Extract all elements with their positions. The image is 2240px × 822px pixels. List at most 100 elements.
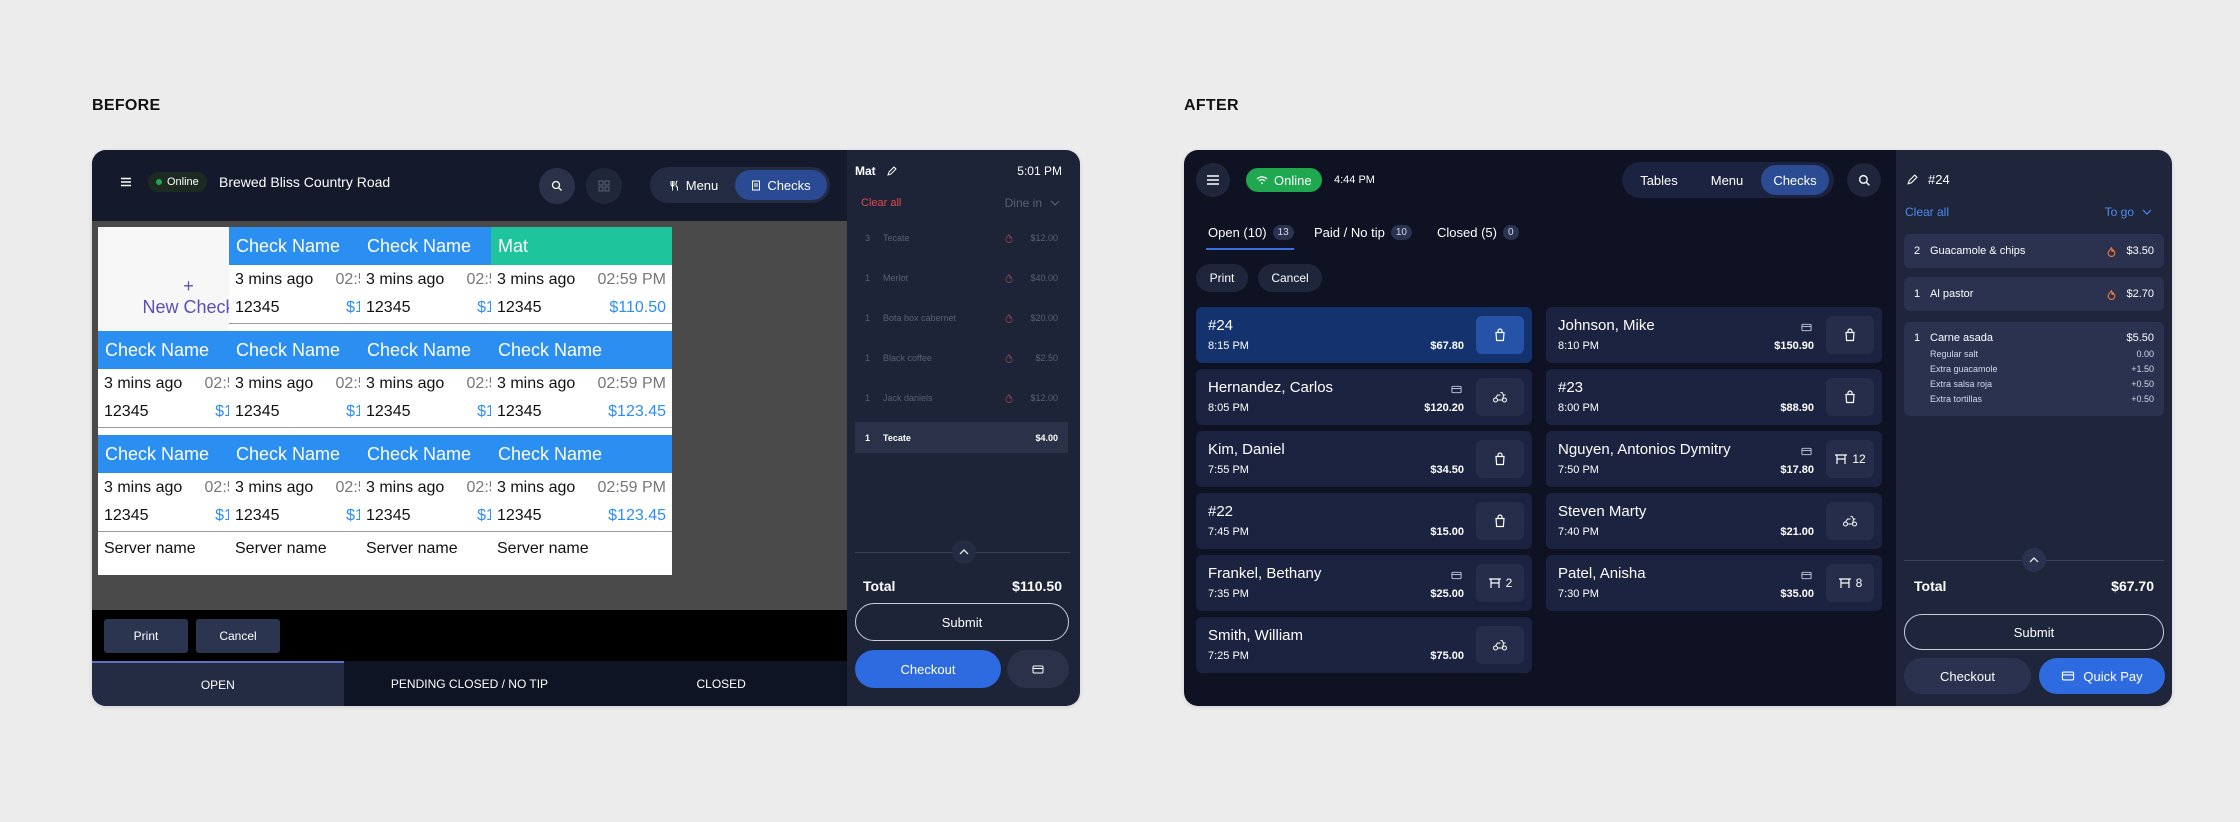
- check-row[interactable]: Nguyen, Antonios Dymitry 7:50 PM $17.80 …: [1546, 431, 1882, 487]
- grid-view-button[interactable]: [586, 168, 622, 204]
- nav-checks-button[interactable]: Checks: [735, 170, 827, 200]
- order-item-complex[interactable]: 1 Carne asada $5.50 Regular salt 0.00 Extr…: [1904, 322, 2164, 416]
- tab-pending[interactable]: PENDING CLOSED / NO TIP: [344, 661, 596, 706]
- order-item[interactable]: 2 Guacamole & chips $3.50: [1904, 234, 2164, 268]
- checks-grid: + New Check Check Name 3 mins ago 02:59 P…: [92, 221, 847, 610]
- check-amount: $17.80: [1780, 464, 1814, 476]
- check-row[interactable]: Patel, Anisha 7:30 PM $35.00 8: [1546, 555, 1882, 611]
- check-amount: $150.90: [1774, 340, 1814, 352]
- fire-icon: [1005, 393, 1013, 403]
- hamburger-menu-button[interactable]: [1196, 163, 1230, 197]
- item-price: $12.00: [1030, 232, 1058, 243]
- tab-paid[interactable]: Paid / No tip 10: [1314, 225, 1412, 240]
- check-row[interactable]: Steven Marty 7:40 PM $21.00: [1546, 493, 1882, 549]
- checkout-button[interactable]: Checkout: [1904, 658, 2031, 694]
- check-row[interactable]: #22 7:45 PM $15.00: [1196, 493, 1532, 549]
- search-button[interactable]: [539, 168, 575, 204]
- online-status-badge: Online: [148, 172, 207, 192]
- order-item[interactable]: 1 Black coffee $2.50: [855, 342, 1068, 373]
- check-row[interactable]: Smith, William 7:25 PM $75.00: [1196, 617, 1532, 673]
- modifier-price: +1.50: [2131, 363, 2154, 374]
- nav-menu-button[interactable]: Menu: [653, 170, 735, 200]
- check-row[interactable]: #23 8:00 PM $88.90: [1546, 369, 1882, 425]
- check-name: Hernandez, Carlos: [1208, 379, 1334, 396]
- order-mode-select[interactable]: Dine in: [1005, 196, 1060, 210]
- tab-open[interactable]: OPEN: [92, 661, 344, 706]
- expand-panel-button[interactable]: [952, 540, 976, 564]
- order-item[interactable]: 1 Jack daniels $12.00: [855, 382, 1068, 413]
- item-name: Guacamole & chips: [1930, 245, 2026, 257]
- check-time: 8:15 PM: [1208, 340, 1249, 352]
- hamburger-menu-icon[interactable]: [120, 176, 132, 188]
- clear-all-button[interactable]: Clear all: [861, 197, 901, 209]
- tab-closed[interactable]: Closed (5) 0: [1437, 225, 1519, 240]
- after-label: AFTER: [1184, 97, 1239, 114]
- quick-pay-button[interactable]: Quick Pay: [2039, 658, 2165, 694]
- order-type-badge: [1476, 378, 1524, 416]
- item-name: Merlot: [883, 272, 909, 283]
- nav-menu-label: Menu: [685, 177, 719, 193]
- tab-open[interactable]: Open (10) 13: [1208, 225, 1294, 240]
- fire-icon: [1005, 273, 1013, 283]
- total-amount: $110.50: [1012, 578, 1062, 594]
- check-amount: $34.50: [1430, 464, 1464, 476]
- fire-icon: [1005, 313, 1013, 323]
- cancel-button[interactable]: Cancel: [1258, 264, 1322, 292]
- pencil-icon[interactable]: [1906, 173, 1918, 186]
- panel-check-name: #24: [1928, 172, 1950, 187]
- plus-icon: +: [183, 276, 194, 296]
- check-row[interactable]: Johnson, Mike 8:10 PM $150.90: [1546, 307, 1882, 363]
- check-card-number: 12345: [366, 402, 411, 420]
- item-qty: 1: [865, 272, 871, 283]
- check-name: Steven Marty: [1558, 503, 1647, 520]
- check-time: 7:40 PM: [1558, 526, 1599, 538]
- order-item[interactable]: 1 Bota box cabernet $20.00: [855, 302, 1068, 333]
- order-type-badge: [1476, 626, 1524, 664]
- check-card-age: 3 mins ago: [104, 479, 183, 496]
- check-name: Frankel, Bethany: [1208, 565, 1322, 582]
- tab-closed[interactable]: CLOSED: [595, 661, 847, 706]
- expand-panel-button[interactable]: [2022, 548, 2046, 572]
- order-item[interactable]: 1 Al pastor $2.70: [1904, 277, 2164, 311]
- nav-tables-button[interactable]: Tables: [1625, 165, 1693, 195]
- fire-icon: [2108, 246, 2116, 257]
- cancel-button[interactable]: Cancel: [196, 619, 280, 653]
- check-row[interactable]: Frankel, Bethany 7:35 PM $25.00 2: [1196, 555, 1532, 611]
- nav-checks-button[interactable]: Checks: [1761, 165, 1829, 195]
- pencil-icon[interactable]: [886, 165, 897, 177]
- submit-button[interactable]: Submit: [855, 603, 1069, 641]
- check-row[interactable]: Kim, Daniel 7:55 PM $34.50: [1196, 431, 1532, 487]
- order-item[interactable]: 3 Tecate $12.00: [855, 222, 1068, 253]
- check-row[interactable]: Hernandez, Carlos 8:05 PM $120.20: [1196, 369, 1532, 425]
- submit-button[interactable]: Submit: [1904, 614, 2164, 650]
- panel-time: 5:01 PM: [1017, 164, 1062, 178]
- card-icon: [1801, 323, 1812, 332]
- check-card-title: Check Name: [491, 435, 672, 473]
- checkout-button[interactable]: Checkout: [855, 650, 1001, 688]
- before-main: Online Brewed Bliss Country Road Menu Ch…: [92, 150, 847, 706]
- table-icon: [1835, 454, 1848, 464]
- item-name: Bota box cabernet: [883, 312, 957, 323]
- check-row[interactable]: #24 8:15 PM $67.80: [1196, 307, 1532, 363]
- quick-pay-button[interactable]: [1007, 650, 1069, 688]
- order-type-badge: [1476, 502, 1524, 540]
- check-time: 7:45 PM: [1208, 526, 1249, 538]
- clear-all-button[interactable]: Clear all: [1905, 205, 1949, 219]
- print-button[interactable]: Print: [1196, 264, 1248, 292]
- item-price: $3.50: [2126, 245, 2154, 257]
- table-icon: [1488, 578, 1501, 588]
- check-name: Johnson, Mike: [1558, 317, 1655, 334]
- check-time: 7:55 PM: [1208, 464, 1249, 476]
- order-item[interactable]: 1 Merlot $40.00: [855, 262, 1068, 293]
- nav-menu-button[interactable]: Menu: [1693, 165, 1761, 195]
- print-button[interactable]: Print: [104, 619, 188, 653]
- table-number: 8: [1855, 576, 1863, 590]
- check-card[interactable]: Check Name 3 mins ago 02:59 PM 12345 $123.…: [491, 435, 672, 575]
- check-time: 8:10 PM: [1558, 340, 1599, 352]
- modifier-row: Regular salt 0.00: [1930, 346, 2154, 361]
- order-mode-select[interactable]: To go: [2105, 205, 2152, 219]
- search-icon: [551, 180, 562, 191]
- card-icon: [1451, 385, 1462, 394]
- order-item[interactable]: 1 Tecate $4.00: [855, 422, 1068, 453]
- search-button[interactable]: [1847, 163, 1881, 197]
